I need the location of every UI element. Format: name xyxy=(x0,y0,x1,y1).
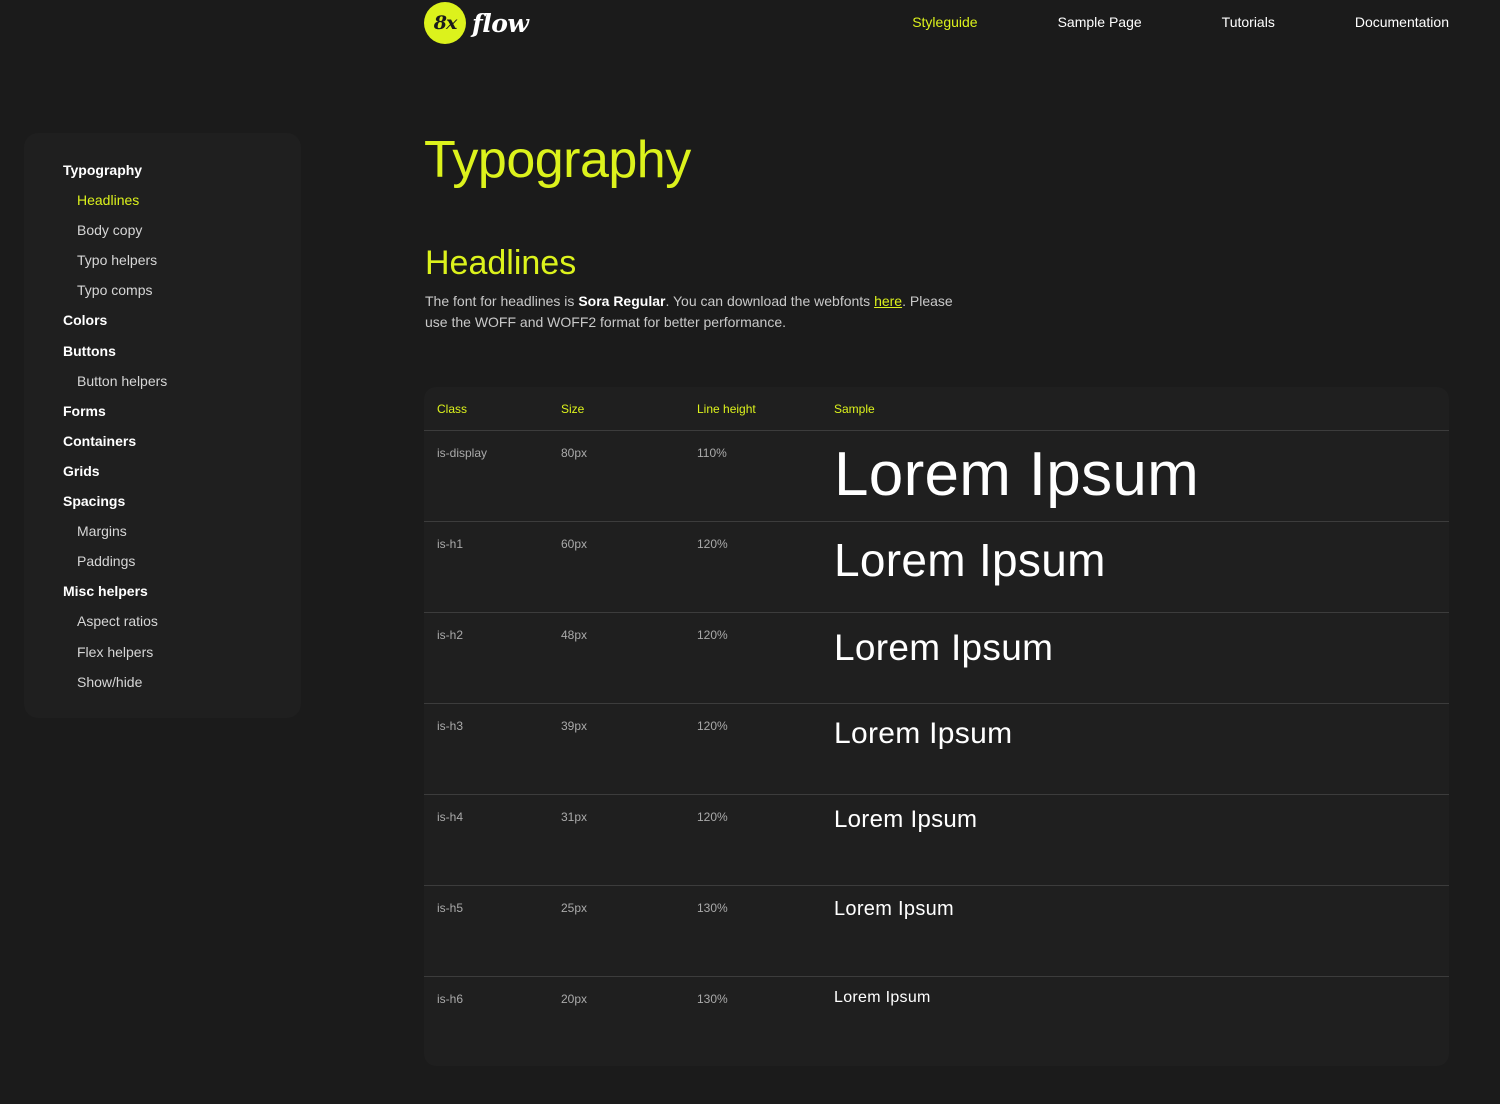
cell-sample: Lorem Ipsum xyxy=(834,627,1054,668)
column-header-class: Class xyxy=(437,401,468,416)
sidebar-item-flex-helpers[interactable]: Flex helpers xyxy=(24,642,301,672)
cell-class: is-h4 xyxy=(437,810,464,824)
sidebar-item-typo-helpers[interactable]: Typo helpers xyxy=(24,250,301,280)
cell-size: 25px xyxy=(561,901,588,915)
cell-sample: Lorem Ipsum xyxy=(834,989,931,1006)
cell-class: is-h2 xyxy=(437,628,464,642)
sidebar-item-misc-helpers[interactable]: Misc helpers xyxy=(24,581,301,611)
intro-text-before: The font for headlines is xyxy=(425,293,579,309)
nav-link-styleguide[interactable]: Styleguide xyxy=(912,12,977,32)
cell-size: 20px xyxy=(561,992,588,1006)
cell-sample: Lorem Ipsum xyxy=(834,898,955,920)
sidebar-item-typo-comps[interactable]: Typo comps xyxy=(24,280,301,310)
sidebar-item-containers[interactable]: Containers xyxy=(24,431,301,461)
column-header-line-height: Line height xyxy=(697,401,756,416)
cell-line-height: 110% xyxy=(697,446,727,460)
cell-class: is-h1 xyxy=(437,537,464,551)
headlines-table: Class Size Line height Sample is-display… xyxy=(424,387,1449,1066)
logo-badge: 8x xyxy=(424,2,466,44)
nav-link-tutorials[interactable]: Tutorials xyxy=(1222,12,1275,32)
logo[interactable]: 8x flow xyxy=(424,2,529,44)
sidebar-item-body-copy[interactable]: Body copy xyxy=(24,220,301,250)
cell-sample: Lorem Ipsum xyxy=(834,717,1013,750)
logo-wordmark: flow xyxy=(472,8,529,38)
webfont-download-link[interactable]: here xyxy=(874,293,902,309)
table-row: is-h3 39px 120% Lorem Ipsum xyxy=(424,704,1449,795)
table-header: Class Size Line height Sample xyxy=(424,387,1449,431)
cell-line-height: 120% xyxy=(697,537,728,551)
cell-line-height: 130% xyxy=(697,992,728,1006)
sidebar-item-margins[interactable]: Margins xyxy=(24,521,301,551)
section-title: Headlines xyxy=(425,244,577,282)
sidebar-item-typography[interactable]: Typography xyxy=(24,160,301,190)
intro-text-middle: . You can download the webfonts xyxy=(665,293,875,309)
page-title: Typography xyxy=(424,131,691,189)
sidebar: Typography Headlines Body copy Typo help… xyxy=(24,133,301,718)
table-row: is-h4 31px 120% Lorem Ipsum xyxy=(424,795,1449,886)
sidebar-item-grids[interactable]: Grids xyxy=(24,461,301,491)
column-header-size: Size xyxy=(561,401,585,416)
cell-class: is-h3 xyxy=(437,719,464,733)
sidebar-item-aspect-ratios[interactable]: Aspect ratios xyxy=(24,611,301,641)
cell-line-height: 120% xyxy=(697,810,728,824)
sidebar-item-forms[interactable]: Forms xyxy=(24,401,301,431)
sidebar-item-paddings[interactable]: Paddings xyxy=(24,551,301,581)
sidebar-item-headlines[interactable]: Headlines xyxy=(24,190,301,220)
nav-link-documentation[interactable]: Documentation xyxy=(1355,12,1449,32)
cell-sample: Lorem Ipsum xyxy=(834,806,978,833)
table-row: is-display 80px 110% Lorem Ipsum xyxy=(424,431,1449,522)
cell-class: is-h5 xyxy=(437,901,464,915)
sidebar-item-buttons[interactable]: Buttons xyxy=(24,341,301,371)
cell-sample: Lorem Ipsum xyxy=(834,440,1200,509)
cell-size: 80px xyxy=(561,446,588,460)
cell-size: 39px xyxy=(561,719,588,733)
column-header-sample: Sample xyxy=(834,401,875,416)
cell-size: 31px xyxy=(561,810,588,824)
cell-size: 60px xyxy=(561,537,588,551)
sidebar-item-button-helpers[interactable]: Button helpers xyxy=(24,371,301,401)
table-row: is-h6 20px 130% Lorem Ipsum xyxy=(424,977,1449,1066)
cell-line-height: 130% xyxy=(697,901,728,915)
font-name: Sora Regular xyxy=(578,293,666,309)
intro-paragraph: The font for headlines is Sora Regular. … xyxy=(425,291,965,333)
nav-link-sample-page[interactable]: Sample Page xyxy=(1058,12,1142,32)
table-row: is-h2 48px 120% Lorem Ipsum xyxy=(424,613,1449,704)
top-navigation: Styleguide Sample Page Tutorials Documen… xyxy=(832,12,1449,32)
table-row: is-h5 25px 130% Lorem Ipsum xyxy=(424,886,1449,977)
sidebar-item-spacings[interactable]: Spacings xyxy=(24,491,301,521)
cell-size: 48px xyxy=(561,628,588,642)
cell-line-height: 120% xyxy=(697,719,728,733)
cell-class: is-h6 xyxy=(437,992,464,1006)
sidebar-item-colors[interactable]: Colors xyxy=(24,310,301,340)
sidebar-item-show-hide[interactable]: Show/hide xyxy=(24,672,301,702)
cell-class: is-display xyxy=(437,446,488,460)
cell-line-height: 120% xyxy=(697,628,728,642)
cell-sample: Lorem Ipsum xyxy=(834,534,1106,586)
table-row: is-h1 60px 120% Lorem Ipsum xyxy=(424,522,1449,613)
